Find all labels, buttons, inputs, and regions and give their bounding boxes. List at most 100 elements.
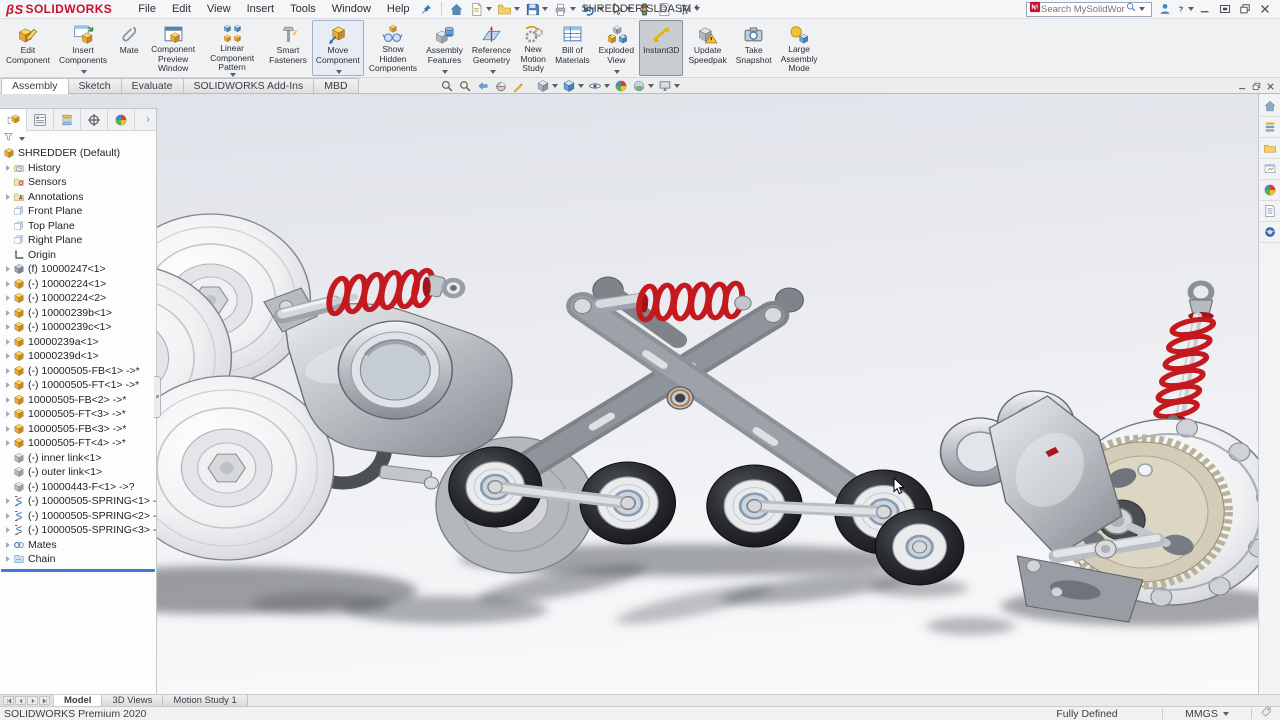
tab-evaluate[interactable]: Evaluate (121, 78, 184, 93)
expand-arrow-icon[interactable] (3, 542, 13, 548)
doc-tab-motion-study-1[interactable]: Motion Study 1 (163, 695, 247, 706)
taskpane-forum-icon[interactable] (1260, 222, 1280, 243)
menu-help[interactable]: Help (379, 1, 418, 17)
ribbon-linear-component-pattern[interactable]: Linear Component Pattern (200, 20, 264, 76)
ribbon-move-component[interactable]: Move Component (312, 20, 364, 76)
ribbon-instant3d[interactable]: Instant3D (639, 20, 683, 76)
tree-item-10000505-fb-3[interactable]: 10000505-FB<3> ->* (0, 422, 156, 437)
filter-dropdown-caret-icon[interactable] (19, 137, 25, 141)
ribbon-bill-of-materials[interactable]: Bill of Materials (551, 20, 593, 76)
ribbon-assembly-features[interactable]: Assembly Features (422, 20, 467, 76)
tree-item-10000505-fb-2[interactable]: 10000505-FB<2> ->* (0, 393, 156, 408)
expand-arrow-icon[interactable] (3, 513, 13, 519)
tree-item-10000505-spring-1[interactable]: (-) 10000505-SPRING<1> -> (0, 494, 156, 509)
ribbon-reference-geometry[interactable]: Reference Geometry (468, 20, 515, 76)
tab-displaymanager[interactable] (108, 109, 135, 130)
tab-last-button[interactable] (39, 696, 50, 705)
print-icon[interactable] (551, 1, 578, 18)
tab-mbd[interactable]: MBD (313, 78, 358, 93)
taskpane-custom-properties-icon[interactable] (1260, 201, 1280, 222)
ribbon-mate[interactable]: Mate (112, 20, 146, 76)
dropdown-caret-icon[interactable] (614, 70, 620, 74)
expand-arrow-icon[interactable] (3, 324, 13, 330)
menu-window[interactable]: Window (324, 1, 379, 17)
tree-item-10000505-ft-1[interactable]: (-) 10000505-FT<1> ->* (0, 378, 156, 393)
filter-icon[interactable] (3, 130, 15, 148)
ribbon-large-assembly-mode[interactable]: Large Assembly Mode (777, 20, 822, 76)
new-document-icon[interactable] (467, 1, 494, 18)
tree-item-sensors[interactable]: Sensors (0, 175, 156, 190)
view-orientation-icon[interactable] (534, 79, 560, 93)
tree-item-10000239a-1[interactable]: 10000239a<1> (0, 335, 156, 350)
search-icon[interactable] (1125, 0, 1137, 18)
tree-item-10000505-ft-3[interactable]: 10000505-FT<3> ->* (0, 407, 156, 422)
tab-configurationmanager[interactable] (54, 109, 81, 130)
tree-item-top-plane[interactable]: Top Plane (0, 219, 156, 234)
tree-item-inner-link-1[interactable]: (-) inner link<1> (0, 451, 156, 466)
menu-edit[interactable]: Edit (164, 1, 199, 17)
menu-insert[interactable]: Insert (239, 1, 283, 17)
menu-file[interactable]: File (130, 1, 164, 17)
doc-tab-model[interactable]: Model (54, 695, 102, 706)
restore-button[interactable] (1236, 1, 1254, 17)
viewport-3d-scene[interactable] (0, 94, 1280, 694)
open-icon[interactable] (495, 1, 522, 18)
expand-arrow-icon[interactable] (3, 339, 13, 345)
ribbon-new-motion-study[interactable]: New Motion Study (516, 20, 550, 76)
tree-item-10000505-spring-2[interactable]: (-) 10000505-SPRING<2> -> (0, 509, 156, 524)
doc-close-icon[interactable] (1265, 79, 1276, 97)
tree-item-f-10000247-1[interactable]: (f) 10000247<1> (0, 262, 156, 277)
tree-item-origin[interactable]: Origin (0, 248, 156, 263)
units-selector[interactable]: MMGS (1163, 707, 1251, 720)
expand-arrow-icon[interactable] (3, 556, 13, 562)
tree-item-outer-link-1[interactable]: (-) outer link<1> (0, 465, 156, 480)
home-icon[interactable] (447, 1, 466, 18)
apply-scene-icon[interactable] (630, 79, 656, 93)
tab-first-button[interactable] (3, 696, 14, 705)
tab-next-button[interactable] (27, 696, 38, 705)
save-icon[interactable] (523, 1, 550, 18)
tree-item-annotations[interactable]: Annotations (0, 190, 156, 205)
fm-collapse-arrow-icon[interactable]: › (140, 109, 156, 130)
login-icon[interactable] (1156, 1, 1174, 17)
tree-item-10000443-f-1[interactable]: (-) 10000443-F<1> ->? (0, 480, 156, 495)
menu-view[interactable]: View (199, 1, 239, 17)
tree-item-10000505-ft-4[interactable]: 10000505-FT<4> ->* (0, 436, 156, 451)
ribbon-take-snapshot[interactable]: Take Snapshot (732, 20, 776, 76)
tag-icon[interactable] (1252, 707, 1280, 720)
view-settings-icon[interactable] (656, 79, 682, 93)
tab-prev-button[interactable] (15, 696, 26, 705)
dropdown-caret-icon[interactable] (336, 70, 342, 74)
taskpane-view-palette-icon[interactable] (1260, 159, 1280, 180)
edit-appearance-icon[interactable] (612, 79, 630, 93)
expand-arrow-icon[interactable] (3, 266, 13, 272)
ribbon-edit-component[interactable]: Edit Component (2, 20, 54, 76)
ribbon-insert-components[interactable]: Insert Components (55, 20, 111, 76)
ribbon-show-hidden-components[interactable]: Show Hidden Components (365, 20, 421, 76)
pin-icon[interactable] (418, 1, 436, 17)
expand-arrow-icon[interactable] (3, 426, 13, 432)
dropdown-caret-icon[interactable] (230, 73, 236, 77)
doc-restore-icon[interactable] (1251, 79, 1262, 97)
dropdown-caret-icon[interactable] (81, 70, 87, 74)
section-view-icon[interactable] (492, 79, 510, 93)
tree-item-chain[interactable]: Chain (0, 552, 156, 567)
expand-arrow-icon[interactable] (3, 310, 13, 316)
expand-arrow-icon[interactable] (3, 382, 13, 388)
help-icon[interactable]: ? (1176, 1, 1194, 17)
menu-tools[interactable]: Tools (282, 1, 324, 17)
expand-arrow-icon[interactable] (3, 498, 13, 504)
tab-sketch[interactable]: Sketch (68, 78, 122, 93)
zoom-to-area-icon[interactable] (456, 79, 474, 93)
dropdown-caret-icon[interactable] (490, 70, 496, 74)
expand-arrow-icon[interactable] (3, 527, 13, 533)
tab-propertymanager[interactable] (27, 109, 54, 130)
expand-arrow-icon[interactable] (3, 353, 13, 359)
taskpane-design-library-icon[interactable] (1260, 117, 1280, 138)
search-input[interactable] (1041, 4, 1125, 15)
search-dropdown-caret-icon[interactable] (1139, 7, 1145, 11)
ribbon-component-preview-window[interactable]: Component Preview Window (147, 20, 199, 76)
display-style-icon[interactable] (560, 79, 586, 93)
model-right-sprocket[interactable] (875, 283, 1277, 622)
expand-arrow-icon[interactable] (3, 165, 13, 171)
